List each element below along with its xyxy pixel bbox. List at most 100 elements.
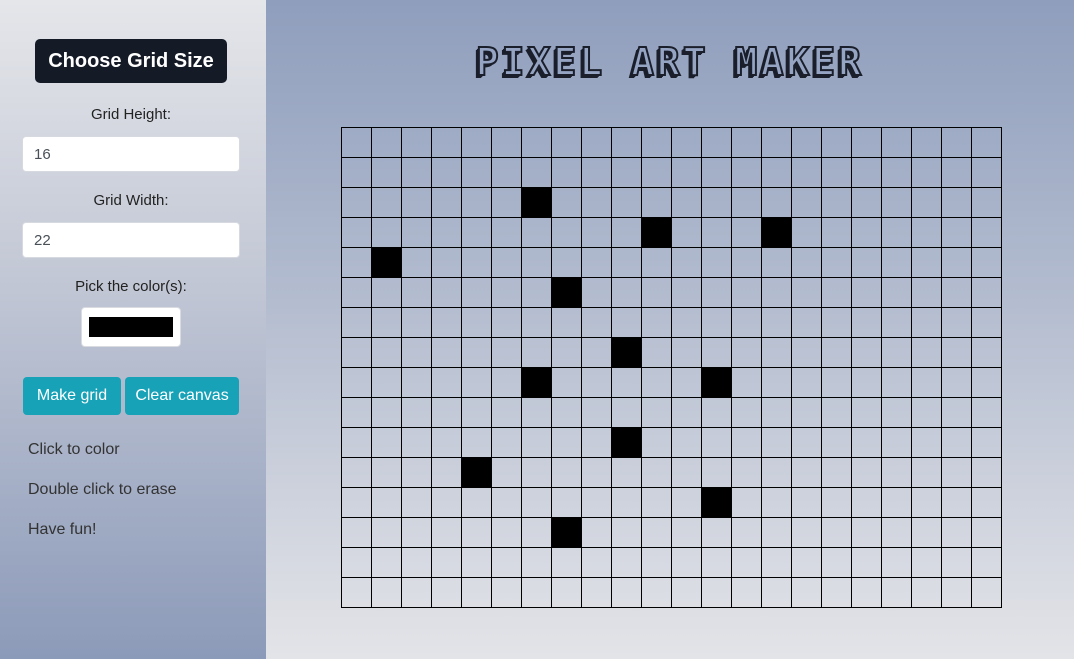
grid-cell[interactable] bbox=[521, 487, 552, 518]
grid-cell[interactable] bbox=[431, 277, 462, 308]
grid-cell[interactable] bbox=[911, 247, 942, 278]
grid-cell[interactable] bbox=[701, 397, 732, 428]
grid-cell[interactable] bbox=[461, 307, 492, 338]
grid-cell[interactable] bbox=[671, 487, 702, 518]
grid-cell[interactable] bbox=[461, 367, 492, 398]
grid-cell[interactable] bbox=[401, 187, 432, 218]
grid-cell[interactable] bbox=[371, 577, 402, 608]
grid-cell[interactable] bbox=[971, 367, 1002, 398]
color-picker[interactable] bbox=[81, 307, 181, 347]
grid-cell[interactable] bbox=[341, 217, 372, 248]
grid-cell[interactable] bbox=[941, 487, 972, 518]
grid-cell[interactable] bbox=[851, 337, 882, 368]
grid-cell[interactable] bbox=[851, 577, 882, 608]
grid-cell[interactable] bbox=[401, 487, 432, 518]
grid-cell[interactable] bbox=[761, 517, 792, 548]
grid-cell[interactable] bbox=[491, 337, 522, 368]
grid-cell[interactable] bbox=[641, 517, 672, 548]
grid-cell[interactable] bbox=[461, 397, 492, 428]
grid-cell[interactable] bbox=[611, 157, 642, 188]
grid-cell[interactable] bbox=[731, 517, 762, 548]
grid-cell[interactable] bbox=[971, 577, 1002, 608]
grid-cell[interactable] bbox=[791, 547, 822, 578]
grid-cell[interactable] bbox=[611, 457, 642, 488]
grid-cell[interactable] bbox=[821, 517, 852, 548]
grid-cell[interactable] bbox=[911, 187, 942, 218]
grid-cell[interactable] bbox=[461, 427, 492, 458]
grid-cell[interactable] bbox=[491, 157, 522, 188]
grid-cell[interactable] bbox=[821, 547, 852, 578]
pixel-canvas[interactable] bbox=[341, 127, 1002, 608]
grid-cell[interactable] bbox=[731, 307, 762, 338]
grid-cell[interactable] bbox=[341, 577, 372, 608]
grid-cell[interactable] bbox=[581, 277, 612, 308]
grid-cell[interactable] bbox=[521, 577, 552, 608]
grid-cell[interactable] bbox=[851, 127, 882, 158]
grid-cell[interactable] bbox=[701, 427, 732, 458]
grid-cell[interactable] bbox=[911, 547, 942, 578]
grid-cell[interactable] bbox=[521, 457, 552, 488]
grid-cell[interactable] bbox=[521, 247, 552, 278]
grid-cell[interactable] bbox=[881, 487, 912, 518]
grid-cell[interactable] bbox=[581, 337, 612, 368]
grid-cell[interactable] bbox=[431, 247, 462, 278]
grid-cell[interactable] bbox=[431, 457, 462, 488]
grid-cell[interactable] bbox=[761, 337, 792, 368]
grid-cell[interactable] bbox=[971, 517, 1002, 548]
grid-cell[interactable] bbox=[941, 157, 972, 188]
grid-cell[interactable] bbox=[701, 157, 732, 188]
grid-cell[interactable] bbox=[971, 247, 1002, 278]
grid-cell[interactable] bbox=[491, 487, 522, 518]
grid-cell[interactable] bbox=[491, 367, 522, 398]
grid-cell[interactable] bbox=[491, 547, 522, 578]
grid-cell[interactable] bbox=[611, 217, 642, 248]
grid-cell[interactable] bbox=[911, 307, 942, 338]
grid-cell[interactable] bbox=[761, 307, 792, 338]
grid-cell[interactable] bbox=[371, 517, 402, 548]
grid-cell[interactable] bbox=[791, 307, 822, 338]
grid-cell[interactable] bbox=[971, 187, 1002, 218]
grid-cell[interactable] bbox=[521, 307, 552, 338]
grid-cell[interactable] bbox=[581, 517, 612, 548]
grid-cell[interactable] bbox=[731, 367, 762, 398]
grid-cell[interactable] bbox=[851, 517, 882, 548]
grid-cell[interactable] bbox=[341, 337, 372, 368]
grid-cell[interactable] bbox=[551, 427, 582, 458]
grid-cell[interactable] bbox=[791, 127, 822, 158]
grid-cell[interactable] bbox=[791, 397, 822, 428]
grid-cell[interactable] bbox=[461, 517, 492, 548]
grid-cell[interactable] bbox=[521, 427, 552, 458]
grid-cell[interactable] bbox=[911, 517, 942, 548]
grid-cell[interactable] bbox=[911, 217, 942, 248]
grid-cell[interactable] bbox=[971, 217, 1002, 248]
grid-cell[interactable] bbox=[701, 337, 732, 368]
grid-cell[interactable] bbox=[971, 277, 1002, 308]
grid-cell[interactable] bbox=[881, 247, 912, 278]
grid-cell[interactable] bbox=[581, 397, 612, 428]
grid-cell[interactable] bbox=[641, 127, 672, 158]
grid-cell[interactable] bbox=[821, 217, 852, 248]
grid-cell[interactable] bbox=[881, 217, 912, 248]
grid-cell[interactable] bbox=[971, 547, 1002, 578]
grid-cell[interactable] bbox=[641, 577, 672, 608]
grid-cell[interactable] bbox=[911, 487, 942, 518]
grid-cell[interactable] bbox=[791, 217, 822, 248]
grid-cell[interactable] bbox=[821, 157, 852, 188]
grid-cell[interactable] bbox=[821, 277, 852, 308]
grid-cell[interactable] bbox=[731, 337, 762, 368]
grid-cell[interactable] bbox=[551, 457, 582, 488]
grid-cell[interactable] bbox=[551, 487, 582, 518]
grid-cell[interactable] bbox=[911, 397, 942, 428]
grid-cell[interactable] bbox=[911, 367, 942, 398]
grid-cell[interactable] bbox=[671, 247, 702, 278]
grid-cell[interactable] bbox=[371, 547, 402, 578]
grid-cell[interactable] bbox=[551, 247, 582, 278]
grid-cell[interactable] bbox=[761, 217, 792, 248]
grid-cell[interactable] bbox=[971, 127, 1002, 158]
grid-cell[interactable] bbox=[371, 457, 402, 488]
grid-cell[interactable] bbox=[611, 487, 642, 518]
grid-cell[interactable] bbox=[881, 427, 912, 458]
grid-cell[interactable] bbox=[341, 487, 372, 518]
grid-cell[interactable] bbox=[881, 457, 912, 488]
grid-cell[interactable] bbox=[611, 337, 642, 368]
